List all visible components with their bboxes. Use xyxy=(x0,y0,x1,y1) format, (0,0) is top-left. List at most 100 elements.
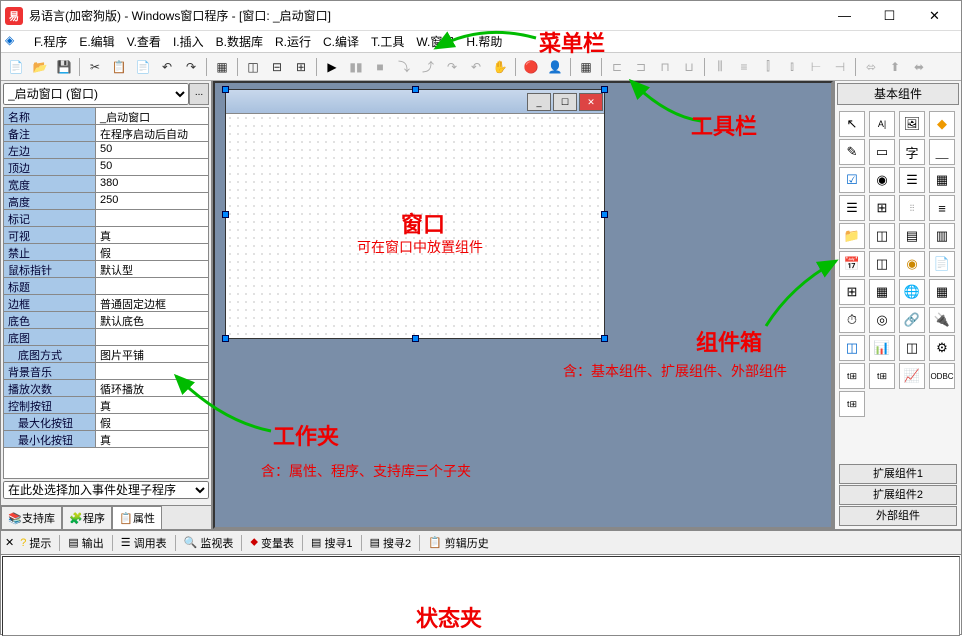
property-row[interactable]: 顶边50 xyxy=(4,159,208,176)
copy-icon[interactable]: 📋 xyxy=(108,56,130,78)
design-min-button[interactable]: _ xyxy=(527,93,551,111)
hand-icon[interactable]: ✋ xyxy=(489,56,511,78)
property-value[interactable] xyxy=(96,363,208,379)
close-button[interactable]: ✕ xyxy=(912,2,957,30)
property-value[interactable]: 循环播放 xyxy=(96,380,208,396)
resize-handle[interactable] xyxy=(412,335,419,342)
align2-icon[interactable]: ⊐ xyxy=(630,56,652,78)
dist6-icon[interactable]: ⊣ xyxy=(829,56,851,78)
property-value[interactable]: 50 xyxy=(96,159,208,175)
property-row[interactable]: 可视真 xyxy=(4,227,208,244)
resize-handle[interactable] xyxy=(601,211,608,218)
designer-canvas[interactable]: _ ☐ ✕ xyxy=(213,81,833,529)
property-value[interactable]: 假 xyxy=(96,414,208,430)
folder-icon[interactable]: 📁 xyxy=(839,223,865,249)
tab-search1[interactable]: ▤搜寻1 xyxy=(305,533,359,553)
tab-vars[interactable]: ⬥变量表 xyxy=(244,533,300,553)
comp-icon[interactable]: ◫ xyxy=(839,335,865,361)
comp-icon[interactable]: ◎ xyxy=(869,307,895,333)
property-row[interactable]: 宽度380 xyxy=(4,176,208,193)
property-row[interactable]: 底图方式图片平铺 xyxy=(4,346,208,363)
layout1-icon[interactable]: ◫ xyxy=(242,56,264,78)
design-body[interactable] xyxy=(226,114,604,338)
property-value[interactable]: 在程序启动后自动 xyxy=(96,125,208,141)
list-icon[interactable]: ☰ xyxy=(899,167,925,193)
grid-icon[interactable]: ▦ xyxy=(575,56,597,78)
radio-icon[interactable]: ◉ xyxy=(869,167,895,193)
property-value[interactable] xyxy=(96,210,208,226)
property-row[interactable]: 边框普通固定边框 xyxy=(4,295,208,312)
redo-icon[interactable]: ↷ xyxy=(180,56,202,78)
property-value[interactable] xyxy=(96,329,208,345)
comp-icon[interactable]: t⊞ xyxy=(839,391,865,417)
ellipsis-button[interactable]: ... xyxy=(189,83,209,105)
design-close-button[interactable]: ✕ xyxy=(579,93,603,111)
doc-icon[interactable]: 📄 xyxy=(929,251,955,277)
step2-icon[interactable]: ⤴ xyxy=(417,56,439,78)
combo-icon[interactable]: ☰ xyxy=(839,195,865,221)
menu-program[interactable]: F.程序 xyxy=(29,31,72,52)
tab-calltable[interactable]: ☰调用表 xyxy=(115,533,173,553)
align1-icon[interactable]: ⊏ xyxy=(606,56,628,78)
property-row[interactable]: 底色默认底色 xyxy=(4,312,208,329)
property-row[interactable]: 鼠标指针默认型 xyxy=(4,261,208,278)
design-window[interactable]: _ ☐ ✕ xyxy=(225,89,605,339)
property-row[interactable]: 左边50 xyxy=(4,142,208,159)
property-value[interactable] xyxy=(96,278,208,294)
align4-icon[interactable]: ⊔ xyxy=(678,56,700,78)
menu-database[interactable]: B.数据库 xyxy=(211,31,268,52)
comp-icon[interactable]: ▤ xyxy=(899,223,925,249)
resize-handle[interactable] xyxy=(222,86,229,93)
property-value[interactable]: 默认底色 xyxy=(96,312,208,328)
tab-clip[interactable]: 📋剪辑历史 xyxy=(422,533,495,553)
menu-run[interactable]: R.运行 xyxy=(270,31,316,52)
object-selector[interactable]: _启动窗口 (窗口) xyxy=(3,83,189,105)
undo-icon[interactable]: ↶ xyxy=(156,56,178,78)
property-value[interactable]: 380 xyxy=(96,176,208,192)
step4-icon[interactable]: ↶ xyxy=(465,56,487,78)
tab-watch[interactable]: 🔍监视表 xyxy=(178,533,240,553)
property-row[interactable]: 底图 xyxy=(4,329,208,346)
pause-icon[interactable]: ▮▮ xyxy=(345,56,367,78)
property-row[interactable]: 最小化按钮真 xyxy=(4,431,208,448)
shape-icon[interactable]: ◆ xyxy=(929,111,955,137)
size3-icon[interactable]: ⬌ xyxy=(908,56,930,78)
dist2-icon[interactable]: ≡ xyxy=(733,56,755,78)
comp-icon[interactable]: ⚙ xyxy=(929,335,955,361)
property-value[interactable]: 真 xyxy=(96,431,208,447)
size1-icon[interactable]: ⬄ xyxy=(860,56,882,78)
property-row[interactable]: 背景音乐 xyxy=(4,363,208,380)
comp-icon[interactable]: ▦ xyxy=(929,279,955,305)
label-icon[interactable]: A| xyxy=(869,111,895,137)
design-max-button[interactable]: ☐ xyxy=(553,93,577,111)
calendar-icon[interactable]: 📅 xyxy=(839,251,865,277)
maximize-button[interactable]: ☐ xyxy=(867,2,912,30)
minimize-button[interactable]: — xyxy=(822,2,867,30)
menu-compile[interactable]: C.编译 xyxy=(318,31,364,52)
window-icon[interactable]: ▦ xyxy=(211,56,233,78)
layout3-icon[interactable]: ⊞ xyxy=(290,56,312,78)
run-icon[interactable]: ▶ xyxy=(321,56,343,78)
property-value[interactable]: 真 xyxy=(96,397,208,413)
menu-edit[interactable]: E.编辑 xyxy=(74,31,119,52)
comp-icon[interactable]: 📊 xyxy=(869,335,895,361)
align3-icon[interactable]: ⊓ xyxy=(654,56,676,78)
menu-tools[interactable]: T.工具 xyxy=(366,31,409,52)
step1-icon[interactable]: ⤵ xyxy=(393,56,415,78)
property-row[interactable]: 标题 xyxy=(4,278,208,295)
property-value[interactable]: 真 xyxy=(96,227,208,243)
property-value[interactable]: 假 xyxy=(96,244,208,260)
comp-icon[interactable]: 🔗 xyxy=(899,307,925,333)
menu-help[interactable]: H.帮助 xyxy=(461,31,507,52)
resize-handle[interactable] xyxy=(601,335,608,342)
tab-output[interactable]: ▤输出 xyxy=(62,533,109,553)
property-row[interactable]: 标记 xyxy=(4,210,208,227)
person-icon[interactable]: 👤 xyxy=(544,56,566,78)
comp-icon[interactable]: ◫ xyxy=(869,223,895,249)
property-row[interactable]: 最大化按钮假 xyxy=(4,414,208,431)
save-icon[interactable]: 💾 xyxy=(53,56,75,78)
open-icon[interactable]: 📂 xyxy=(29,56,51,78)
event-selector[interactable]: 在此处选择加入事件处理子程序 xyxy=(3,481,209,499)
resize-handle[interactable] xyxy=(222,211,229,218)
resize-handle[interactable] xyxy=(412,86,419,93)
